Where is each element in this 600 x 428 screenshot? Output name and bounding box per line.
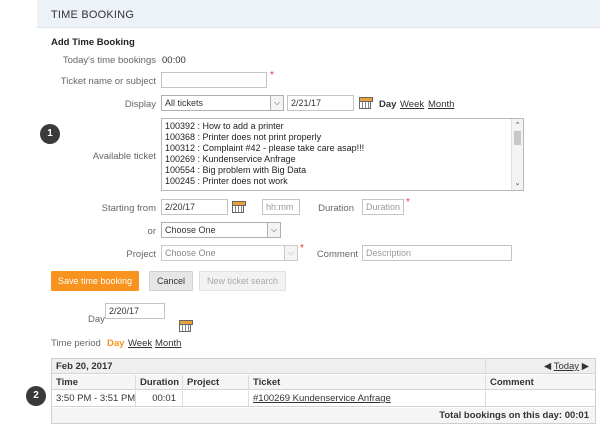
section-title: Add Time Booking [51,37,135,48]
table-header-row: Time Duration Project Ticket Comment [52,375,595,390]
display-select-value: All tickets [165,98,204,108]
list-item[interactable]: 100368 : Printer does not print properly [165,132,321,142]
ticket-name-input[interactable] [161,72,267,88]
chevron-down-icon[interactable]: ⌄ [512,179,523,187]
marker-1: 1 [40,124,60,144]
scrollbar[interactable]: ⌃ ⌄ [511,119,523,190]
project-label: Project [126,249,156,260]
table-row: 3:50 PM - 3:51 PM 00:01 #100269 Kundense… [52,391,595,407]
comment-input[interactable]: Description [362,245,512,261]
view-week-link[interactable]: Week [400,99,424,110]
booking-duration: 00:01 [136,391,183,406]
scrollbar-thumb[interactable] [514,131,521,145]
date-nav: ◀ Today ▶ [486,359,595,373]
calendar-icon[interactable] [232,201,246,213]
duration-preset-value: Choose One [165,225,216,235]
project-select-value: Choose One [165,248,216,258]
day-filter-input[interactable]: 2/20/17 [105,303,165,319]
list-item[interactable]: 100554 : Big problem with Big Data [165,165,306,175]
booking-project [183,391,249,406]
calendar-icon[interactable] [179,320,193,332]
booking-ticket-link[interactable]: #100269 Kundenservice Anfrage [253,393,391,404]
col-project: Project [183,375,249,389]
display-select[interactable]: All tickets ⌵ [161,95,284,111]
booking-time: 3:50 PM - 3:51 PM [52,391,136,406]
view-month-link[interactable]: Month [428,99,454,110]
todays-bookings-label: Today's time bookings [62,55,156,66]
ticket-name-label: Ticket name or subject [60,76,156,87]
duration-input[interactable]: Duration [362,199,404,215]
chevron-down-icon: ⌵ [270,96,283,110]
page-title: TIME BOOKING [51,9,135,21]
or-label: or [147,226,156,237]
required-marker: * [270,70,274,81]
view-day-link[interactable]: Day [379,99,396,110]
todays-bookings-value: 00:00 [162,55,186,66]
caret-left-icon[interactable]: ◀ [544,361,551,372]
period-day-link[interactable]: Day [107,338,124,349]
display-label: Display [124,99,156,110]
table-date-row: Feb 20, 2017 ◀ Today ▶ [52,359,595,374]
table-total-row: Total bookings on this day: 00:01 [52,408,595,423]
today-link[interactable]: Today [554,361,579,372]
save-time-booking-button[interactable]: Save time booking [51,271,140,291]
bookings-table: Feb 20, 2017 ◀ Today ▶ Time Duration Pro… [51,358,596,424]
available-ticket-list[interactable]: 100392 : How to add a printer 100368 : P… [161,118,524,191]
period-month-link[interactable]: Month [155,338,181,349]
col-duration: Duration [136,375,183,389]
col-time: Time [52,375,136,389]
date-header: Feb 20, 2017 [52,359,486,373]
cancel-button[interactable]: Cancel [149,271,194,291]
duration-label: Duration [318,203,354,214]
day-filter-label: Day [88,314,105,325]
new-ticket-search-button[interactable]: New ticket search [199,271,287,291]
chevron-up-icon[interactable]: ⌃ [512,121,523,129]
booking-ticket: #100269 Kundenservice Anfrage [249,391,486,406]
available-ticket-label: Available ticket [92,151,156,162]
col-comment: Comment [490,377,534,388]
caret-right-icon[interactable]: ▶ [582,361,589,372]
list-item[interactable]: 100392 : How to add a printer [165,121,284,131]
time-period-label: Time period [51,338,101,349]
list-item[interactable]: 100312 : Complaint #42 - please take car… [165,143,364,153]
display-date-input[interactable]: 2/21/17 [287,95,354,111]
starting-date-input[interactable]: 2/20/17 [161,199,228,215]
starting-from-label: Starting from [101,203,156,214]
period-week-link[interactable]: Week [128,338,152,349]
list-item[interactable]: 100245 : Printer does not work [165,176,288,186]
marker-2: 2 [26,386,46,406]
col-ticket: Ticket [249,375,486,389]
comment-label: Comment [316,249,358,260]
calendar-icon[interactable] [359,97,373,109]
list-item[interactable]: 100269 : Kundenservice Anfrage [165,154,296,164]
required-marker: * [406,197,410,208]
duration-preset-select[interactable]: Choose One ⌵ [161,222,281,238]
chevron-down-icon: ⌵ [267,223,280,237]
booking-comment [486,391,595,406]
